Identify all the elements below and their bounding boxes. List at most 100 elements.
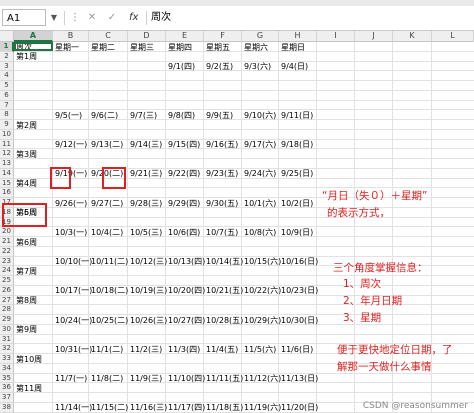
week-label-cell[interactable]: 第11周 — [16, 384, 42, 393]
row-header-29[interactable]: 29 — [0, 315, 14, 325]
row-header-10[interactable]: 10 — [0, 129, 14, 140]
row-header-7[interactable]: 7 — [0, 100, 14, 111]
column-header-k[interactable]: K — [393, 31, 432, 42]
date-cell[interactable]: 10/10(一) — [55, 257, 92, 266]
row-header-16[interactable]: 16 — [0, 188, 14, 198]
date-cell[interactable]: 10/3(一) — [55, 228, 87, 237]
date-cell[interactable]: 10/4(二) — [91, 228, 123, 237]
date-cell[interactable]: 9/29(四) — [168, 199, 200, 208]
header-cell[interactable]: 星期一 — [55, 43, 79, 52]
row-header-2[interactable]: 2 — [0, 51, 14, 62]
week-label-cell[interactable]: 第4周 — [16, 179, 37, 188]
date-cell[interactable]: 9/7(三) — [130, 111, 157, 120]
function-icon[interactable]: fx — [129, 9, 138, 26]
date-cell[interactable]: 9/12(一) — [55, 140, 87, 149]
date-cell[interactable]: 10/26(三) — [130, 316, 167, 325]
date-cell[interactable]: 10/24(一) — [55, 316, 92, 325]
date-cell[interactable]: 9/24(六) — [244, 169, 276, 178]
chevron-down-icon[interactable]: ▼ — [48, 9, 60, 26]
confirm-icon[interactable]: ✓ — [106, 9, 118, 26]
column-header-f[interactable]: F — [204, 31, 242, 42]
header-cell[interactable]: 星期五 — [206, 43, 230, 52]
date-cell[interactable]: 10/15(六) — [244, 257, 281, 266]
date-cell[interactable]: 9/18(日) — [281, 140, 313, 149]
row-header-21[interactable]: 21 — [0, 237, 14, 247]
date-cell[interactable]: 11/10(四) — [168, 374, 205, 383]
row-header-4[interactable]: 4 — [0, 71, 14, 81]
week-label-cell[interactable]: 第6周 — [16, 238, 37, 247]
date-cell[interactable]: 9/8(四) — [168, 111, 195, 120]
date-cell[interactable]: 10/31(一) — [55, 345, 92, 354]
date-cell[interactable]: 11/2(三) — [130, 345, 162, 354]
date-cell[interactable]: 11/16(三) — [130, 403, 167, 412]
header-cell[interactable]: 星期六 — [244, 43, 268, 52]
row-header-32[interactable]: 32 — [0, 344, 14, 354]
week-label-cell[interactable]: 第3周 — [16, 150, 37, 159]
week-label-cell[interactable]: 第9周 — [16, 325, 37, 334]
row-header-24[interactable]: 24 — [0, 266, 14, 276]
column-header-g[interactable]: G — [242, 31, 279, 42]
date-cell[interactable]: 10/13(四) — [168, 257, 205, 266]
column-header-l[interactable]: L — [432, 31, 474, 42]
date-cell[interactable]: 9/17(六) — [244, 140, 276, 149]
date-cell[interactable]: 10/27(四) — [168, 316, 205, 325]
column-header-a[interactable]: A — [14, 31, 53, 42]
date-cell[interactable]: 9/21(三) — [130, 169, 162, 178]
row-header-38[interactable]: 38 — [0, 402, 14, 413]
date-cell[interactable]: 10/5(三) — [130, 228, 162, 237]
formula-input[interactable]: 周次 — [151, 9, 171, 26]
name-box[interactable]: A1 — [2, 9, 46, 26]
row-header-34[interactable]: 34 — [0, 363, 14, 374]
date-cell[interactable]: 10/22(六) — [244, 286, 281, 295]
column-header-b[interactable]: B — [53, 31, 89, 42]
header-cell[interactable]: 星期四 — [168, 43, 192, 52]
date-cell[interactable]: 10/8(六) — [244, 228, 276, 237]
week-label-cell[interactable]: 第10周 — [16, 355, 42, 364]
row-header-6[interactable]: 6 — [0, 90, 14, 101]
row-header-1[interactable]: 1 — [0, 42, 14, 52]
date-cell[interactable]: 9/15(四) — [168, 140, 200, 149]
row-header-26[interactable]: 26 — [0, 285, 14, 296]
row-header-31[interactable]: 31 — [0, 334, 14, 345]
column-header-e[interactable]: E — [166, 31, 204, 42]
row-header-35[interactable]: 35 — [0, 373, 14, 384]
date-cell[interactable]: 11/12(六) — [244, 374, 281, 383]
week-label-cell[interactable]: 第1周 — [16, 52, 37, 61]
column-header-d[interactable]: D — [128, 31, 166, 42]
column-header-h[interactable]: H — [279, 31, 317, 42]
row-header-28[interactable]: 28 — [0, 305, 14, 315]
date-cell[interactable]: 9/14(三) — [130, 140, 162, 149]
date-cell[interactable]: 10/2(日) — [281, 199, 313, 208]
date-cell[interactable]: 9/6(二) — [91, 111, 118, 120]
row-header-3[interactable]: 3 — [0, 61, 14, 72]
date-cell[interactable]: 11/19(六) — [244, 403, 281, 412]
date-cell[interactable]: 10/11(二) — [91, 257, 128, 266]
date-cell[interactable]: 10/17(一) — [55, 286, 92, 295]
date-cell[interactable]: 10/20(四) — [168, 286, 205, 295]
date-cell[interactable]: 9/25(日) — [281, 169, 313, 178]
date-cell[interactable]: 10/19(三) — [130, 286, 167, 295]
row-header-11[interactable]: 11 — [0, 139, 14, 150]
cancel-icon[interactable]: ✕ — [86, 9, 98, 26]
date-cell[interactable]: 9/4(日) — [281, 62, 308, 71]
date-cell[interactable]: 11/15(二) — [91, 403, 128, 412]
week-label-cell[interactable]: 第8周 — [16, 296, 37, 305]
row-header-5[interactable]: 5 — [0, 81, 14, 91]
week-label-cell[interactable]: 第7周 — [16, 267, 37, 276]
date-cell[interactable]: 11/6(日) — [281, 345, 313, 354]
date-cell[interactable]: 9/11(日) — [281, 111, 313, 120]
row-header-30[interactable]: 30 — [0, 324, 14, 335]
date-cell[interactable]: 10/23(日) — [281, 286, 318, 295]
date-cell[interactable]: 9/13(二) — [91, 140, 123, 149]
row-header-22[interactable]: 22 — [0, 246, 14, 257]
column-header-i[interactable]: I — [317, 31, 355, 42]
row-header-20[interactable]: 20 — [0, 227, 14, 237]
date-cell[interactable]: 10/14(五) — [206, 257, 243, 266]
date-cell[interactable]: 10/7(五) — [206, 228, 238, 237]
date-cell[interactable]: 11/18(五) — [206, 403, 243, 412]
row-header-8[interactable]: 8 — [0, 110, 14, 120]
date-cell[interactable]: 10/1(六) — [244, 199, 276, 208]
date-cell[interactable]: 9/9(五) — [206, 111, 233, 120]
date-cell[interactable]: 9/30(五) — [206, 199, 238, 208]
date-cell[interactable]: 9/2(五) — [206, 62, 233, 71]
